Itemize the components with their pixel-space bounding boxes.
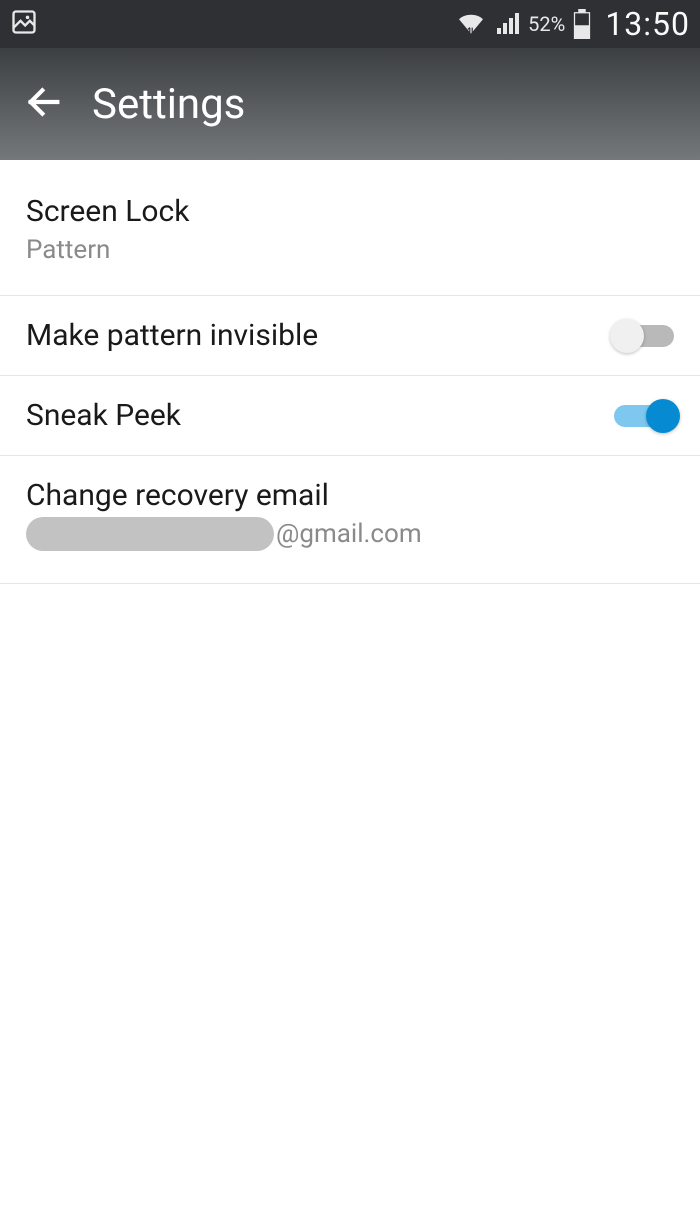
row-recovery-email[interactable]: Change recovery email @gmail.com (0, 456, 700, 584)
recovery-email-label: Change recovery email (26, 478, 674, 513)
toggle-knob (610, 319, 644, 353)
wifi-icon (456, 12, 486, 36)
battery-icon (573, 9, 591, 39)
status-bar: 52% 13:50 (0, 0, 700, 48)
row-screen-lock[interactable]: Screen Lock Pattern (0, 160, 700, 296)
row-make-invisible[interactable]: Make pattern invisible (0, 296, 700, 376)
screen-lock-sub: Pattern (26, 235, 674, 265)
make-invisible-toggle[interactable] (614, 325, 674, 347)
image-notification-icon (10, 8, 38, 40)
app-bar: Settings (0, 48, 700, 160)
recovery-email-suffix: @gmail.com (276, 519, 422, 549)
sneak-peek-toggle[interactable] (614, 405, 674, 427)
toggle-knob (646, 399, 680, 433)
screen-lock-label: Screen Lock (26, 194, 674, 229)
clock: 13:50 (605, 5, 690, 43)
row-sneak-peek[interactable]: Sneak Peek (0, 376, 700, 456)
redacted-email-prefix (26, 517, 274, 551)
page-title: Settings (92, 80, 245, 129)
sneak-peek-label: Sneak Peek (26, 398, 614, 433)
settings-list: Screen Lock Pattern Make pattern invisib… (0, 160, 700, 584)
make-invisible-label: Make pattern invisible (26, 318, 614, 353)
battery-percent: 52% (528, 12, 565, 36)
back-button[interactable] (24, 82, 64, 126)
signal-icon (494, 12, 520, 36)
